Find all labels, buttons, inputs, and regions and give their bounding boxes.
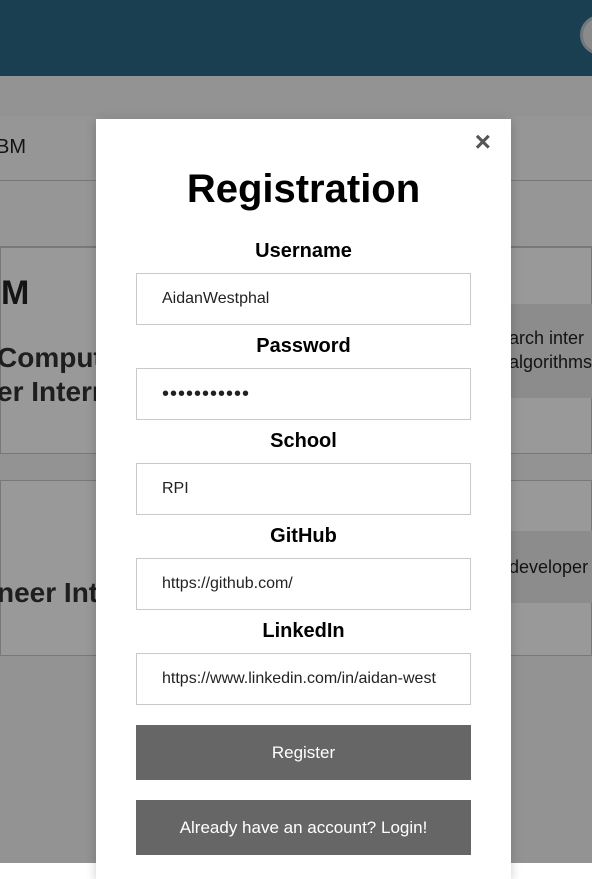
register-button[interactable]: Register: [136, 725, 471, 780]
password-label: Password: [256, 335, 351, 357]
school-label: School: [270, 430, 337, 452]
close-icon[interactable]: ×: [475, 127, 491, 157]
username-label: Username: [255, 240, 352, 262]
username-input[interactable]: [136, 273, 471, 325]
login-link-button[interactable]: Already have an account? Login!: [136, 800, 471, 855]
registration-modal: × Registration Username Password School …: [96, 119, 511, 879]
school-input[interactable]: [136, 463, 471, 515]
github-label: GitHub: [270, 525, 337, 547]
modal-title: Registration: [186, 167, 421, 211]
linkedin-label: LinkedIn: [262, 620, 345, 642]
linkedin-input[interactable]: [136, 653, 471, 705]
github-input[interactable]: [136, 558, 471, 610]
password-input[interactable]: [136, 368, 471, 420]
